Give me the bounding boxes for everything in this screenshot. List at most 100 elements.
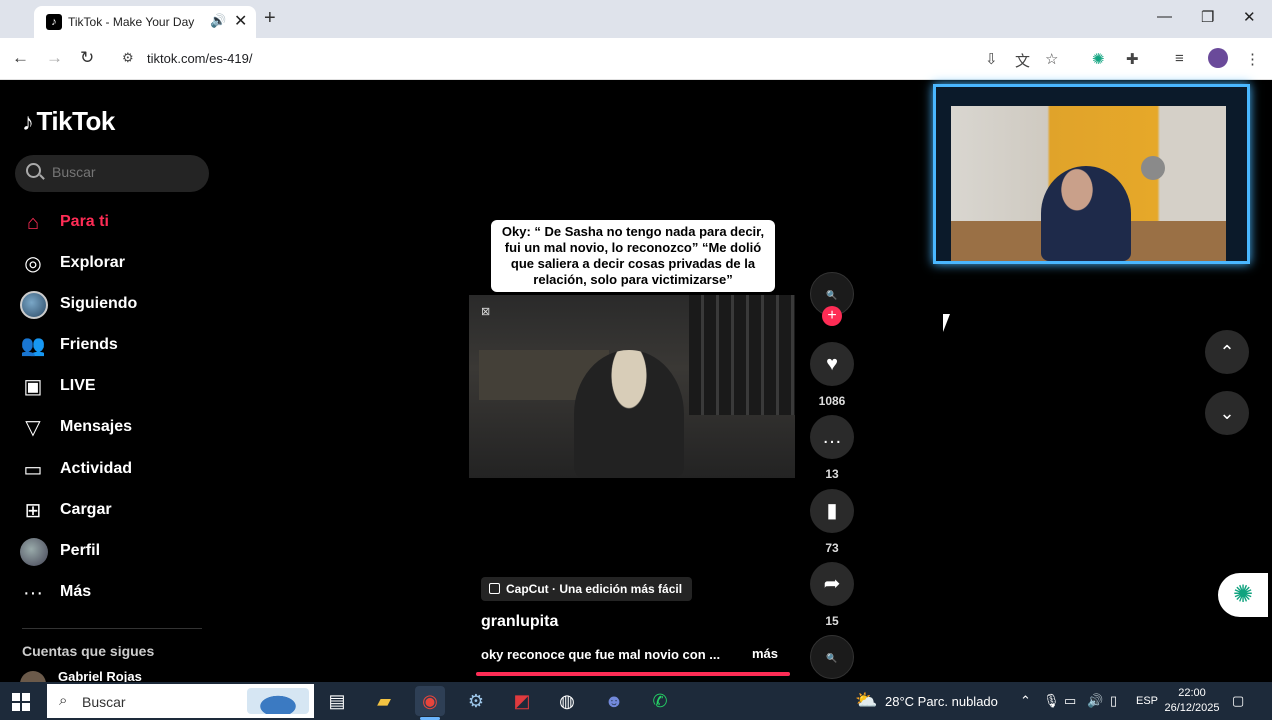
minimize-icon[interactable]: —	[1157, 8, 1172, 25]
task-view-icon[interactable]: ▤	[322, 686, 352, 716]
search-highlight-image	[247, 688, 309, 714]
nav-label: Más	[60, 583, 92, 600]
forward-arrow-icon[interactable]: →	[46, 48, 63, 68]
search-icon: ⌕	[59, 692, 68, 709]
weather-text[interactable]: 28°C Parc. nublado	[885, 694, 998, 709]
video-scene-window	[689, 295, 795, 415]
like-action[interactable]: ♥ 1086	[810, 342, 854, 408]
bookmark-icon[interactable]: ▮	[810, 489, 854, 533]
music-disc-avatar[interactable]: 🔍	[810, 635, 854, 679]
close-tab-icon[interactable]: ✕	[234, 11, 247, 31]
share-arrow-icon[interactable]: ➦	[810, 562, 854, 606]
nav-label: Explorar	[60, 254, 125, 271]
nav-item-cargar[interactable]: ⊞ Cargar	[20, 496, 210, 526]
capcut-badge[interactable]: CapCut · Una edición más fácil	[481, 577, 693, 601]
nav-item-mensajes[interactable]: ▽ Mensajes	[20, 413, 210, 443]
follow-plus-button[interactable]: +	[822, 306, 842, 326]
install-app-icon[interactable]: ⇩	[985, 50, 998, 68]
reload-icon[interactable]: ↻	[80, 48, 94, 68]
capcut-label: CapCut · Una edición más fácil	[506, 582, 683, 596]
address-bar[interactable]: ⚙ tiktok.com/es-419/	[112, 44, 1077, 74]
nav-label: Para ti	[60, 213, 109, 230]
bookmark-star-icon[interactable]: ☆	[1045, 50, 1058, 68]
search-box[interactable]	[15, 155, 209, 192]
battery-icon[interactable]: ▯	[1110, 693, 1117, 709]
capcut-icon	[489, 583, 500, 594]
weather-partly-cloudy-icon[interactable]: ⛅	[855, 690, 877, 711]
next-video-button[interactable]: ⌄	[1205, 391, 1249, 435]
webcam-room	[951, 106, 1226, 261]
chatgpt-extension-icon[interactable]: ✺	[1092, 50, 1105, 68]
profile-avatar	[20, 538, 48, 566]
file-explorer-icon[interactable]: ▰	[369, 686, 399, 716]
microphone-icon[interactable]: 🎙	[1043, 693, 1060, 709]
heart-icon[interactable]: ♥	[810, 342, 854, 386]
windows-taskbar: ⌕ Buscar ▤ ▰ ◉ ⚙ ◩ ◍ ☻ ✆ ⛅ 28°C Parc. nu…	[0, 682, 1272, 720]
steam-icon[interactable]: ⚙	[461, 686, 491, 716]
menu-dots-icon[interactable]: ⋮	[1245, 50, 1260, 68]
video-progress-bar[interactable]	[476, 672, 790, 676]
live-icon: ▣	[23, 376, 43, 398]
save-action[interactable]: ▮ 73	[810, 489, 854, 555]
notifications-icon[interactable]: ▢	[1232, 693, 1244, 709]
following-avatar	[20, 291, 48, 319]
nav-label: Friends	[60, 336, 118, 353]
nav-item-explorar[interactable]: ◎ Explorar	[20, 249, 210, 279]
amd-icon[interactable]: ◩	[507, 686, 537, 716]
save-count: 73	[825, 541, 839, 555]
clock-time: 22:00	[1178, 687, 1206, 699]
nav-item-para-ti[interactable]: ⌂ Para ti	[20, 208, 210, 238]
compass-icon: ◎	[24, 253, 42, 275]
clock[interactable]: 22:00 26/12/2025	[1160, 686, 1224, 716]
windows-start-icon[interactable]	[12, 693, 30, 711]
video-author[interactable]: granlupita	[481, 613, 558, 631]
video-scene-person	[574, 350, 684, 478]
nav-label: Cargar	[60, 501, 112, 518]
previous-video-button[interactable]: ⌃	[1205, 330, 1249, 374]
upload-icon: ⊞	[24, 500, 42, 522]
chrome-icon[interactable]: ◉	[415, 686, 445, 716]
video-player[interactable]: ⊠	[469, 295, 795, 478]
nav-item-live[interactable]: ▣ LIVE	[20, 372, 210, 402]
send-icon: ▽	[25, 417, 41, 439]
site-info-icon[interactable]: ⚙	[122, 50, 134, 66]
nav-item-actividad[interactable]: ▭ Actividad	[20, 455, 210, 485]
webcam-person	[1041, 166, 1131, 261]
home-icon: ⌂	[26, 212, 40, 234]
friends-icon: 👥	[20, 335, 46, 357]
new-tab-button[interactable]: +	[264, 7, 276, 30]
profile-avatar-icon[interactable]	[1208, 48, 1228, 68]
obs-icon[interactable]: ◍	[552, 686, 582, 716]
tiktok-favicon-icon: ♪	[46, 14, 62, 30]
clock-date: 26/12/2025	[1164, 702, 1220, 714]
media-controls-icon[interactable]: ≡	[1175, 50, 1184, 67]
close-window-icon[interactable]: ✕	[1243, 8, 1256, 26]
chatgpt-floating-icon[interactable]: ✺	[1218, 573, 1268, 617]
share-action[interactable]: ➦ 15	[810, 562, 854, 628]
extensions-puzzle-icon[interactable]: ✚	[1126, 50, 1139, 68]
nav-item-perfil[interactable]: Perfil	[20, 537, 210, 567]
speaker-icon[interactable]: 🔊	[210, 13, 226, 29]
discord-icon[interactable]: ☻	[599, 686, 629, 716]
chevron-up-icon[interactable]: ⌃	[1020, 693, 1031, 709]
taskbar-search[interactable]: ⌕ Buscar	[47, 684, 314, 718]
search-input[interactable]	[52, 164, 202, 180]
whatsapp-icon[interactable]: ✆	[645, 686, 675, 716]
translate-icon[interactable]: 文	[1015, 50, 1030, 71]
language-indicator[interactable]: ESP	[1136, 695, 1158, 707]
comment-icon[interactable]: …	[810, 415, 854, 459]
divider	[22, 628, 202, 629]
nav-item-mas[interactable]: ··· Más	[20, 578, 210, 608]
nav-label: Actividad	[60, 460, 133, 477]
restore-icon[interactable]: ❐	[1201, 8, 1214, 26]
following-section-title: Cuentas que sigues	[22, 643, 155, 659]
more-link[interactable]: más	[752, 646, 778, 661]
nav-item-siguiendo[interactable]: Siguiendo	[20, 290, 210, 320]
nav-item-friends[interactable]: 👥 Friends	[20, 331, 210, 361]
volume-icon[interactable]: 🔊	[1087, 693, 1103, 709]
network-icon[interactable]: ▭	[1064, 693, 1076, 709]
browser-tab[interactable]: ♪ TikTok - Make Your Day 🔊 ✕	[34, 6, 256, 38]
tiktok-logo[interactable]: ♪ TikTok	[22, 106, 115, 137]
comment-action[interactable]: … 13	[810, 415, 854, 481]
back-arrow-icon[interactable]: ←	[12, 48, 29, 68]
